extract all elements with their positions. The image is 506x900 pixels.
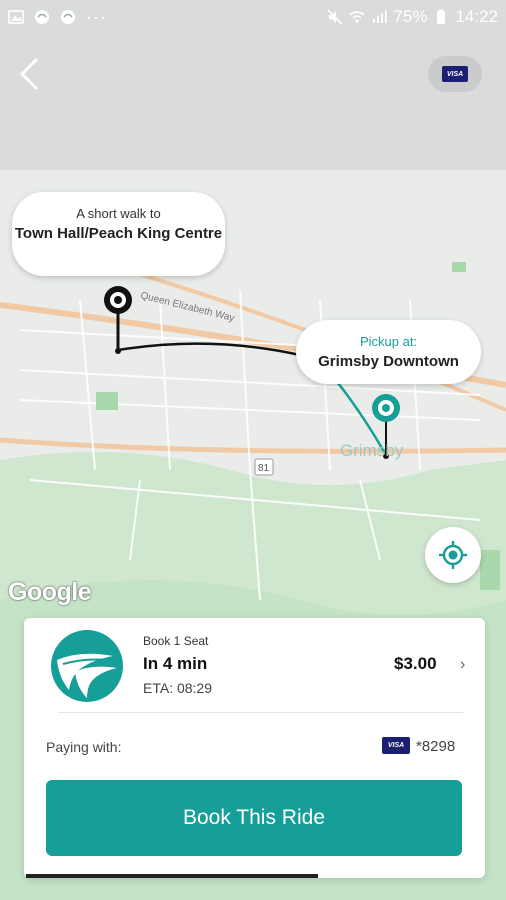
mute-icon: [327, 9, 343, 25]
pickup-callout-title: Grimsby Downtown: [318, 353, 459, 370]
visa-card-icon: VISA: [382, 737, 410, 754]
google-attribution: Google: [8, 578, 92, 606]
book-ride-button[interactable]: Book This Ride: [46, 780, 462, 856]
walk-destination-callout: A short walk to Town Hall/Peach King Cen…: [12, 192, 225, 276]
locate-me-button[interactable]: [425, 527, 481, 583]
payment-card-button[interactable]: VISA: [428, 56, 482, 92]
more-notifications-icon: ···: [86, 6, 107, 27]
signal-icon: [373, 10, 387, 23]
my-location-icon: [439, 541, 467, 569]
status-bar: ··· 75% 14:22: [0, 0, 506, 34]
pickup-callout: Pickup at: Grimsby Downtown: [296, 320, 481, 384]
pickup-callout-subtitle: Pickup at:: [359, 334, 418, 349]
battery-icon: [437, 9, 446, 24]
ride-booking-sheet: Book 1 Seat In 4 min ETA: 08:29 $3.00 › …: [24, 618, 485, 878]
gallery-icon: [8, 10, 24, 24]
ride-seat-label: Book 1 Seat: [143, 634, 209, 648]
battery-percent: 75%: [393, 7, 428, 26]
app-notification-icon: [61, 10, 75, 24]
map-place-label: Grimsby: [340, 441, 404, 460]
chevron-left-icon: [20, 58, 38, 90]
divider: [58, 712, 463, 713]
pickup-pin-icon: [372, 394, 400, 422]
ride-option-row[interactable]: Book 1 Seat In 4 min ETA: 08:29 $3.00 ›: [24, 618, 485, 710]
app-notification-icon: [35, 10, 49, 24]
status-time: 14:22: [455, 7, 498, 26]
back-button[interactable]: [12, 54, 46, 94]
ride-logo-icon: [51, 630, 123, 702]
ride-price: $3.00: [394, 654, 437, 673]
walk-destination-pin-icon: [104, 286, 132, 314]
walk-callout-title: Town Hall/Peach King Centre: [14, 225, 223, 242]
ride-arrival-time: In 4 min: [143, 654, 208, 673]
wifi-icon: [349, 11, 365, 23]
status-left: ···: [8, 7, 107, 28]
home-indicator: [26, 874, 318, 878]
ride-eta: ETA: 08:29: [143, 680, 213, 696]
card-last-four[interactable]: *8298: [416, 738, 455, 755]
status-right: 75% 14:22: [327, 7, 498, 27]
chevron-right-icon: ›: [460, 656, 466, 673]
map-route-shield-label: 81: [258, 463, 270, 474]
paying-with-label: Paying with:: [46, 739, 122, 755]
visa-card-icon: VISA: [442, 66, 468, 82]
walk-callout-subtitle: A short walk to: [76, 206, 161, 221]
